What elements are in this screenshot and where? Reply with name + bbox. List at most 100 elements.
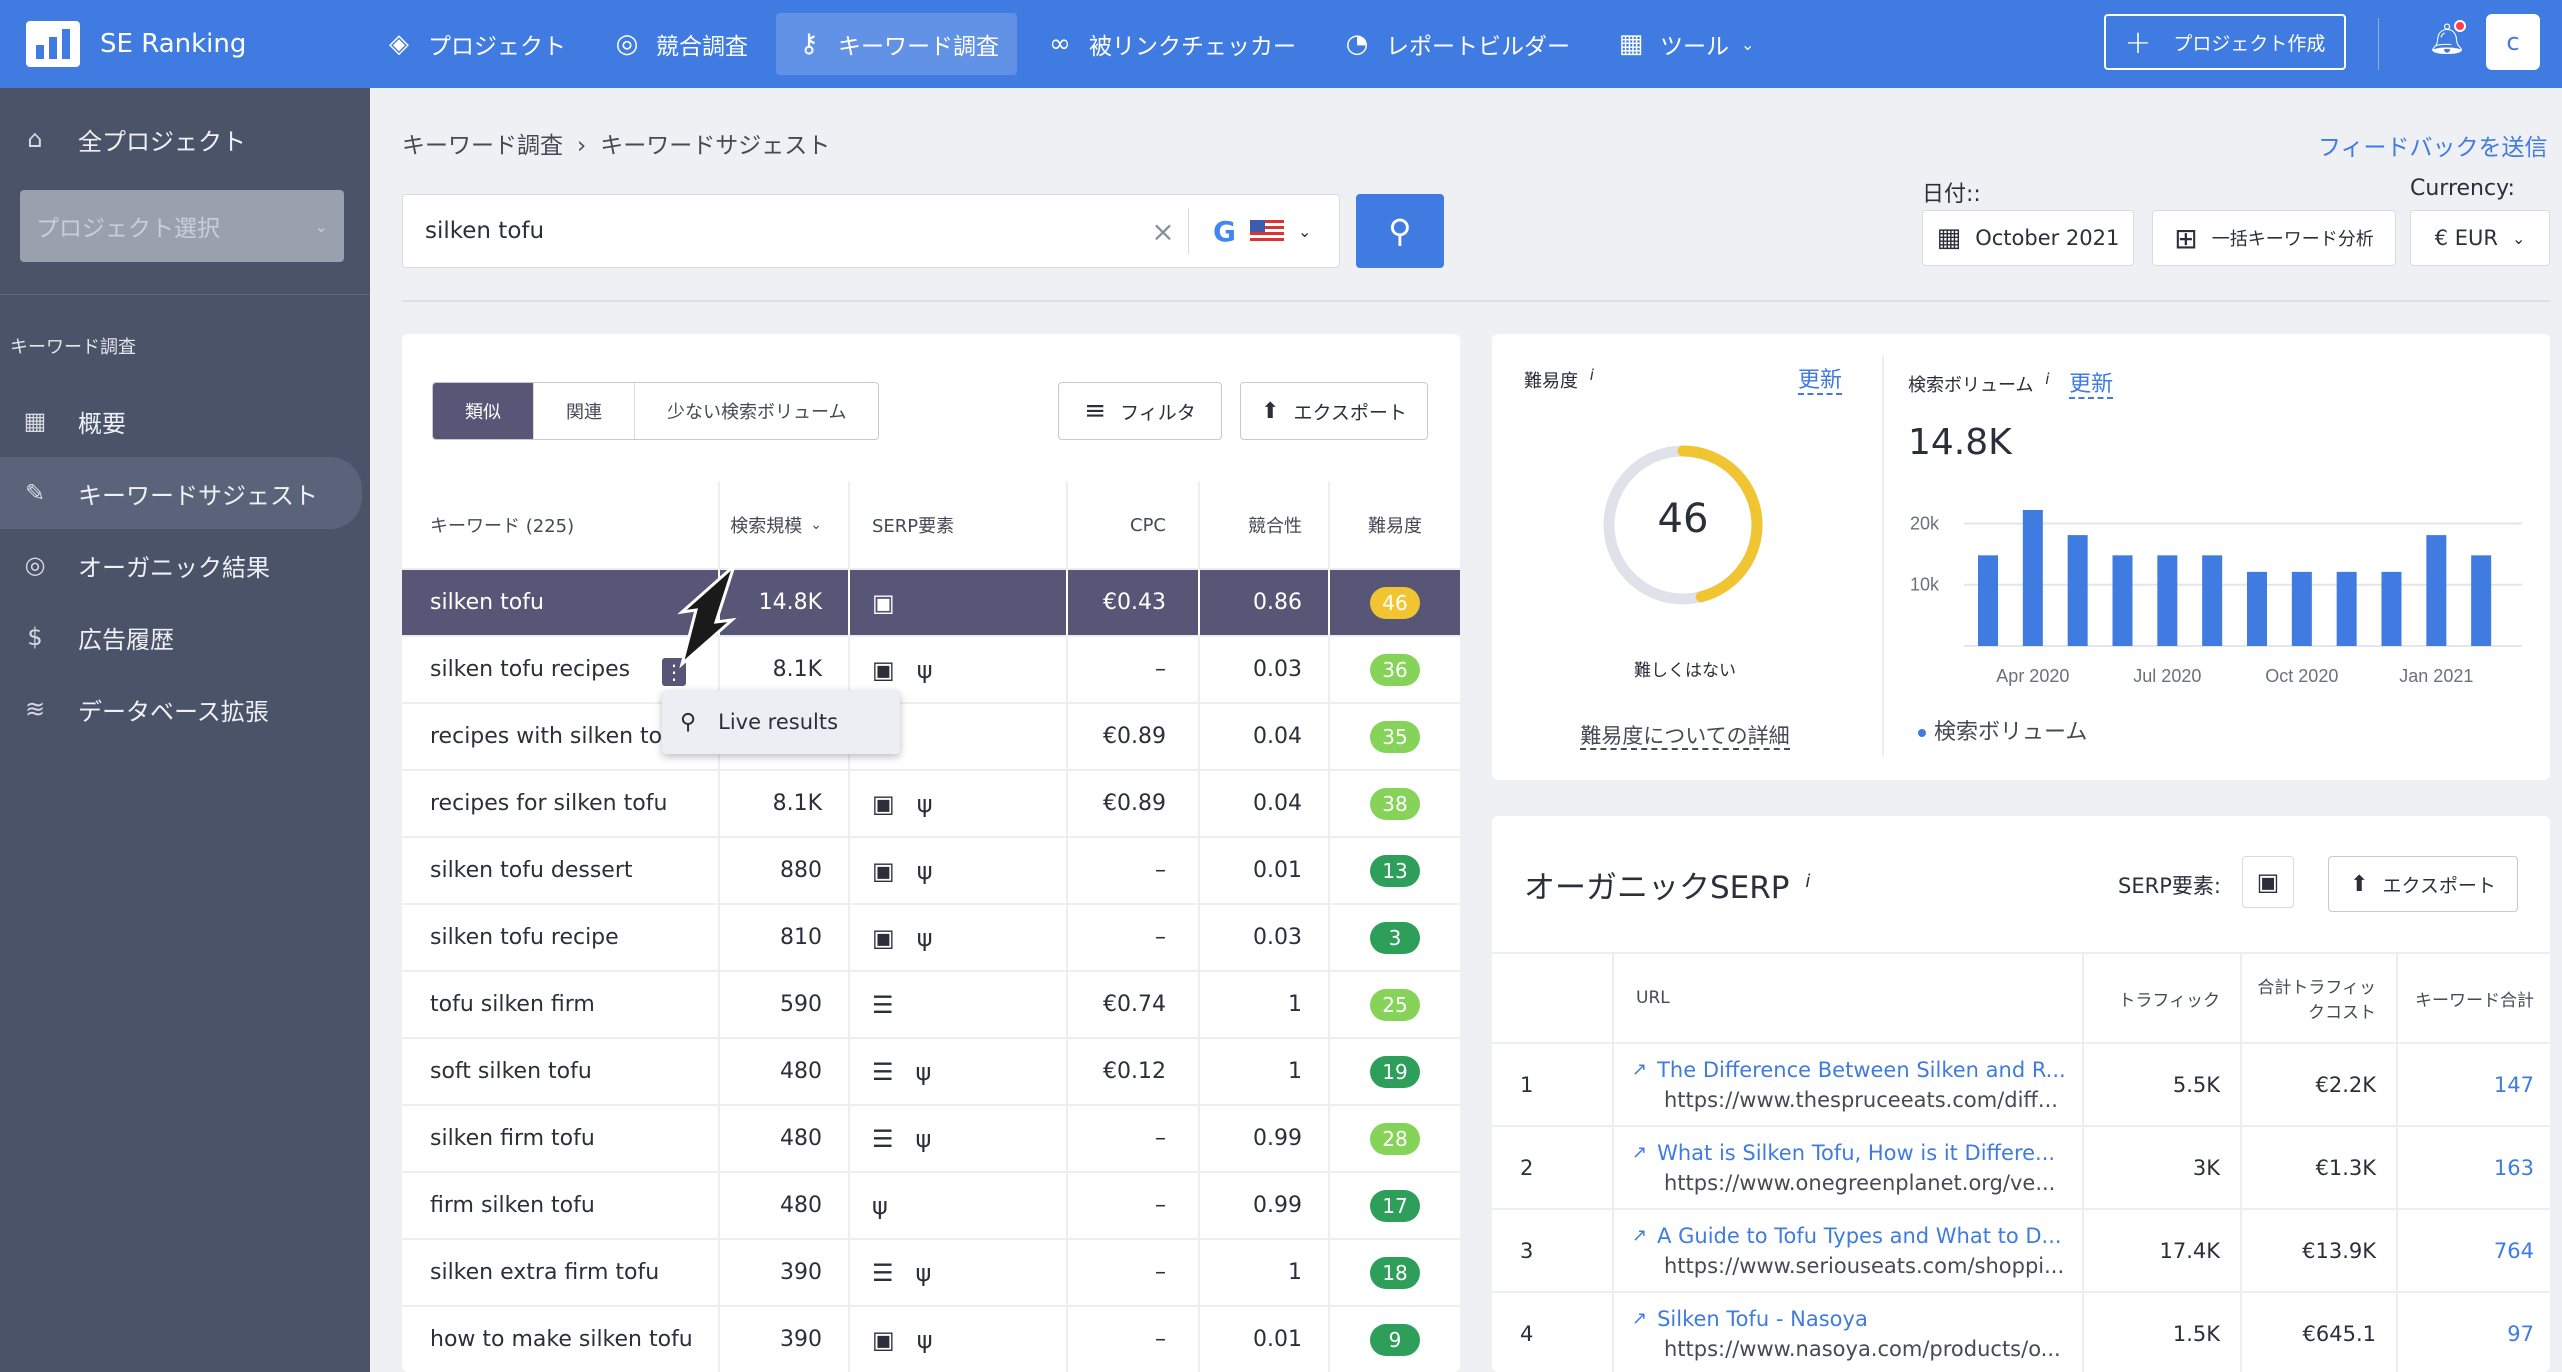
info-icon[interactable]: i bbox=[1805, 871, 1810, 892]
url-text[interactable]: https://www.onegreenplanet.org/ve... bbox=[1632, 1171, 2055, 1195]
recipes-icon[interactable]: ψ bbox=[917, 656, 933, 684]
image-icon[interactable]: ▣ bbox=[2242, 856, 2294, 908]
sidebar-item-keyword-suggestions[interactable]: ✎ キーワードサジェスト bbox=[0, 457, 362, 529]
col-keyword[interactable]: キーワード (225) bbox=[402, 482, 720, 568]
keyword-cell[interactable]: how to make silken tofu bbox=[402, 1307, 720, 1372]
search-button[interactable]: ⚲ bbox=[1356, 194, 1444, 268]
table-row[interactable]: recipes for silken tofu 8.1K ▣ ψ €0.89 0.04 38 bbox=[402, 771, 1460, 838]
table-row[interactable]: recipes with silken tofu8.1Kψ€0.890.0435 bbox=[402, 704, 1460, 771]
search-input[interactable]: silken tofu bbox=[403, 218, 1138, 244]
recipes-icon[interactable]: ψ bbox=[872, 1192, 888, 1220]
keywords-total-cell[interactable]: 163 bbox=[2398, 1127, 2550, 1208]
table-row[interactable]: how to make silken tofu 390 ▣ ψ –0.01 9 bbox=[402, 1307, 1460, 1372]
sidebar-item-overview[interactable]: ▦ 概要 bbox=[0, 385, 370, 457]
bar-may-2020[interactable] bbox=[2067, 535, 2088, 646]
col-traffic-cost[interactable]: 合計トラフィックコスト bbox=[2242, 954, 2398, 1042]
table-row[interactable]: silken extra firm tofu 390 ☰ ψ –1 18 bbox=[402, 1240, 1460, 1307]
bar-jun-2020[interactable] bbox=[2112, 555, 2133, 646]
image-icon[interactable]: ▣ bbox=[872, 656, 895, 684]
filter-button[interactable]: ≡ フィルタ bbox=[1058, 382, 1222, 440]
feedback-link[interactable]: フィードバックを送信 bbox=[2318, 128, 2548, 162]
chart-legend[interactable]: 検索ボリューム bbox=[1918, 714, 2087, 746]
keyword-cell[interactable]: silken tofu bbox=[402, 570, 720, 635]
list-icon[interactable]: ☰ bbox=[872, 1259, 894, 1287]
keyword-cell[interactable]: silken tofu recipe bbox=[402, 905, 720, 970]
image-icon[interactable]: ▣ bbox=[872, 924, 895, 952]
recipes-icon[interactable]: ψ bbox=[916, 1125, 932, 1153]
url-title-link[interactable]: ↗ Silken Tofu - Nasoya bbox=[1632, 1307, 1868, 1331]
image-icon[interactable]: ▣ bbox=[872, 1326, 895, 1354]
col-difficulty[interactable]: 難易度 bbox=[1330, 482, 1460, 568]
organic-export-button[interactable]: ⬆ エクスポート bbox=[2328, 856, 2518, 912]
tab-related[interactable]: 関連 bbox=[534, 383, 635, 439]
table-row[interactable]: firm silken tofu 480 ψ –0.99 17 bbox=[402, 1173, 1460, 1240]
date-picker[interactable]: ▦ October 2021 bbox=[1922, 210, 2134, 266]
create-project-button[interactable]: + プロジェクト作成 bbox=[2104, 14, 2346, 70]
info-icon[interactable]: i bbox=[2045, 370, 2049, 388]
clear-icon[interactable]: × bbox=[1138, 215, 1188, 248]
volume-refresh-link[interactable]: 更新 bbox=[2069, 372, 2114, 399]
list-icon[interactable]: ☰ bbox=[872, 1058, 894, 1086]
sidebar-item-ad-history[interactable]: $ 広告履歴 bbox=[0, 601, 370, 673]
bar-nov-2020[interactable] bbox=[2336, 571, 2357, 646]
bar-mar-2020[interactable] bbox=[1978, 555, 1998, 646]
keywords-total-cell[interactable]: 764 bbox=[2398, 1210, 2550, 1291]
bar-sep-2020[interactable] bbox=[2247, 571, 2267, 646]
app-logo[interactable]: SE Ranking bbox=[26, 21, 366, 67]
table-row[interactable]: silken tofu recipe 810 ▣ ψ –0.03 3 bbox=[402, 905, 1460, 972]
recipes-icon[interactable]: ψ bbox=[916, 1259, 932, 1287]
difficulty-refresh-link[interactable]: 更新 bbox=[1798, 362, 1843, 395]
url-text[interactable]: https://www.seriouseats.com/shoppi... bbox=[1632, 1254, 2064, 1278]
col-volume[interactable]: 検索規模 ⌄ bbox=[720, 482, 850, 568]
image-icon[interactable]: ▣ bbox=[872, 790, 895, 818]
keyword-cell[interactable]: silken extra firm tofu bbox=[402, 1240, 720, 1305]
recipes-icon[interactable]: ψ bbox=[917, 790, 933, 818]
keywords-total-link[interactable]: 764 bbox=[2494, 1239, 2534, 1263]
table-row[interactable]: tofu silken firm 590 ☰ €0.74 1 25 bbox=[402, 972, 1460, 1039]
keyword-cell[interactable]: silken firm tofu bbox=[402, 1106, 720, 1171]
tab-low-volume[interactable]: 少ない検索ボリューム bbox=[635, 383, 878, 439]
table-row[interactable]: silken firm tofu 480 ☰ ψ –0.99 28 bbox=[402, 1106, 1460, 1173]
difficulty-details-link[interactable]: 難易度についての詳細 bbox=[1540, 720, 1830, 750]
live-results-menu-item[interactable]: ⚲ Live results bbox=[662, 690, 900, 754]
bar-jul-2020[interactable] bbox=[2157, 555, 2178, 646]
nav-item-key[interactable]: ⚷ キーワード調査 bbox=[776, 13, 1017, 75]
keyword-cell[interactable]: silken tofu dessert bbox=[402, 838, 720, 903]
col-cpc[interactable]: CPC bbox=[1068, 482, 1200, 568]
bar-feb-2021[interactable] bbox=[2471, 555, 2492, 646]
keywords-total-cell[interactable]: 147 bbox=[2398, 1044, 2550, 1125]
keywords-total-link[interactable]: 163 bbox=[2494, 1156, 2534, 1180]
image-icon[interactable]: ▣ bbox=[872, 857, 895, 885]
sidebar-item-organic-results[interactable]: ◎ オーガニック結果 bbox=[0, 529, 370, 601]
bar-aug-2020[interactable] bbox=[2202, 555, 2223, 646]
keywords-total-link[interactable]: 147 bbox=[2494, 1073, 2534, 1097]
export-button[interactable]: ⬆ エクスポート bbox=[1240, 382, 1428, 440]
nav-item-link[interactable]: ∞ 被リンクチェッカー bbox=[1027, 13, 1314, 75]
recipes-icon[interactable]: ψ bbox=[917, 857, 933, 885]
url-title-link[interactable]: ↗ A Guide to Tofu Types and What to D... bbox=[1632, 1224, 2062, 1248]
bar-jan-2021[interactable] bbox=[2426, 535, 2447, 646]
table-row[interactable]: silken tofu dessert 880 ▣ ψ –0.01 13 bbox=[402, 838, 1460, 905]
image-icon[interactable]: ▣ bbox=[872, 589, 895, 617]
nav-item-layers[interactable]: ◈ プロジェクト bbox=[366, 13, 584, 75]
search-engine-select[interactable]: G ⌄ bbox=[1189, 215, 1339, 248]
keyword-cell[interactable]: soft silken tofu bbox=[402, 1039, 720, 1104]
keyword-cell[interactable]: tofu silken firm bbox=[402, 972, 720, 1037]
nav-item-target[interactable]: ◎ 競合調査 bbox=[594, 13, 766, 75]
url-title-link[interactable]: ↗ The Difference Between Silken and R... bbox=[1632, 1058, 2066, 1082]
url-title-link[interactable]: ↗ What is Silken Tofu, How is it Differe.… bbox=[1632, 1141, 2055, 1165]
col-keywords-total[interactable]: キーワード合計 bbox=[2398, 954, 2550, 1042]
bulk-analysis-button[interactable]: ⊞ 一括キーワード分析 bbox=[2152, 210, 2396, 266]
sidebar-item-database-expansion[interactable]: ≋ データベース拡張 bbox=[0, 673, 370, 745]
keyword-cell[interactable]: recipes for silken tofu bbox=[402, 771, 720, 836]
table-row[interactable]: silken tofu 14.8K ▣ €0.43 0.86 46 bbox=[402, 570, 1460, 637]
bar-oct-2020[interactable] bbox=[2291, 571, 2312, 646]
table-row[interactable]: silken tofu recipes 8.1K ▣ ψ –0.03 36 bbox=[402, 637, 1460, 704]
info-icon[interactable]: i bbox=[1590, 366, 1594, 384]
keyword-cell[interactable]: firm silken tofu bbox=[402, 1173, 720, 1238]
list-icon[interactable]: ☰ bbox=[872, 1125, 894, 1153]
table-row[interactable]: soft silken tofu 480 ☰ ψ €0.12 1 19 bbox=[402, 1039, 1460, 1106]
nav-item-grid[interactable]: ▦ ツール ⌄ bbox=[1598, 13, 1772, 75]
breadcrumb-root[interactable]: キーワード調査 bbox=[402, 133, 563, 159]
bar-apr-2020[interactable] bbox=[2022, 510, 2043, 646]
